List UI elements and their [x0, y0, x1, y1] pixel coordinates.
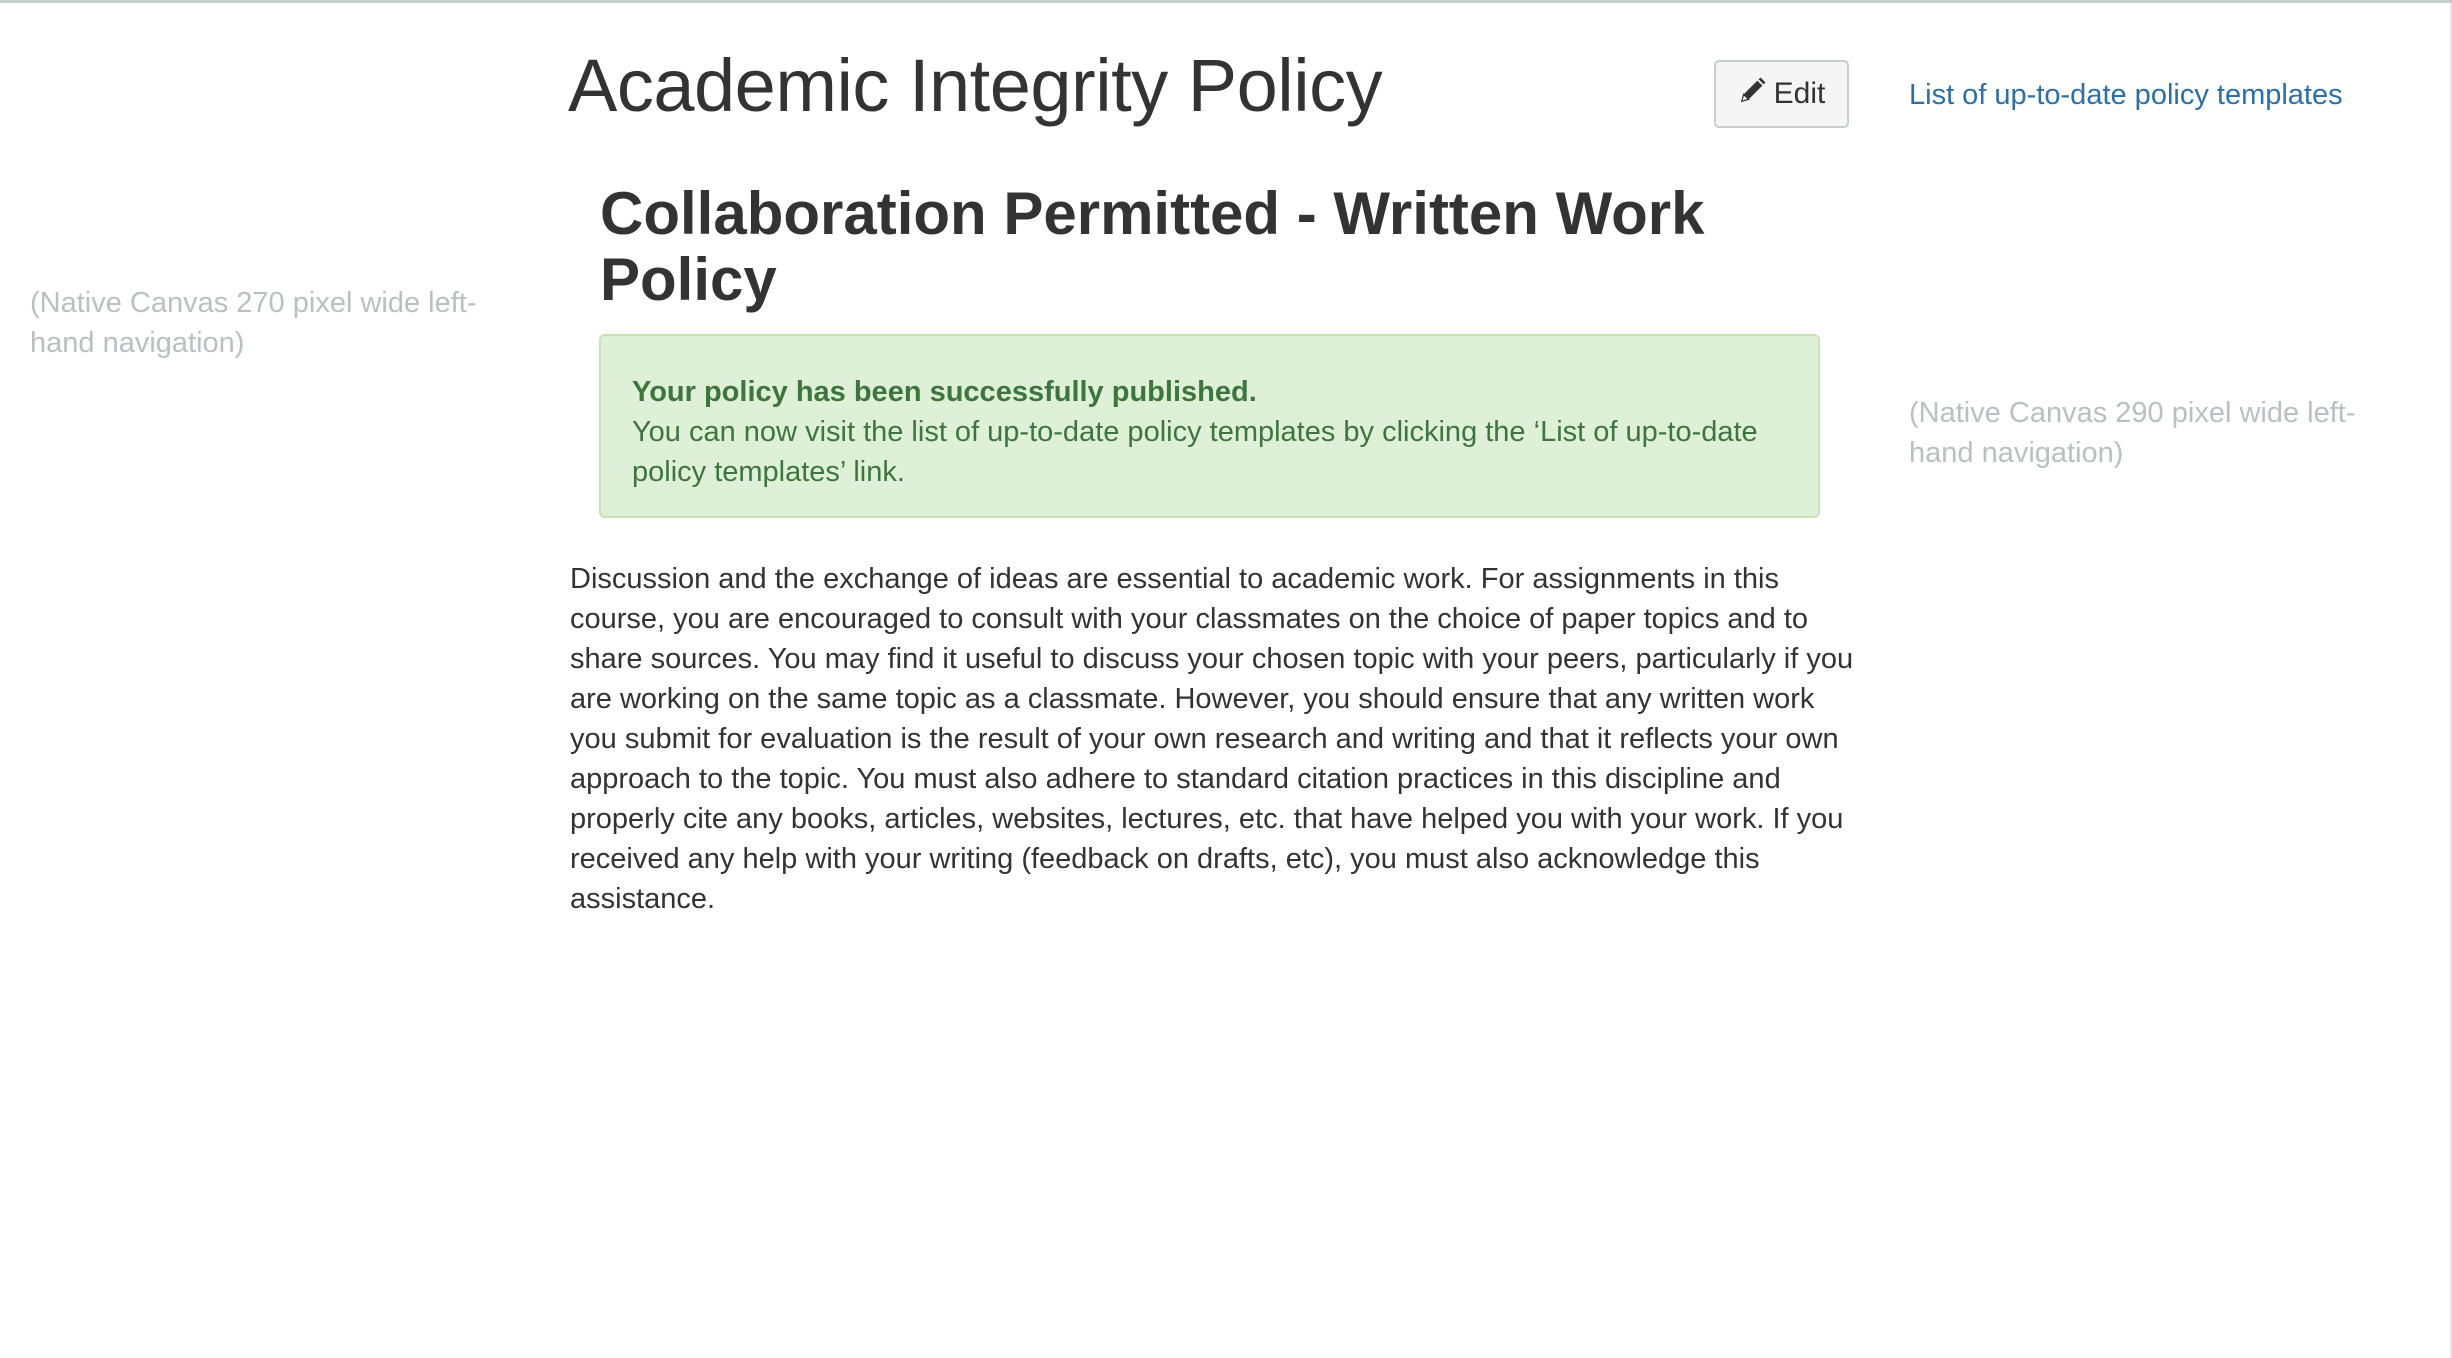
- policy-templates-link[interactable]: List of up-to-date policy templates: [1909, 77, 2343, 113]
- page-title: Academic Integrity Policy: [568, 44, 1383, 127]
- alert-message: You can now visit the list of up-to-date…: [632, 416, 1758, 488]
- policy-title: Collaboration Permitted - Written Work P…: [600, 180, 1705, 313]
- success-alert: Your policy has been successfully publis…: [599, 334, 1820, 518]
- left-nav-placeholder: (Native Canvas 270 pixel wide left-hand …: [30, 287, 477, 359]
- edit-button[interactable]: Edit: [1714, 60, 1849, 128]
- alert-heading: Your policy has been successfully publis…: [632, 376, 1257, 408]
- policy-body: Discussion and the exchange of ideas are…: [570, 563, 1854, 915]
- right-nav-placeholder: (Native Canvas 290 pixel wide left-hand …: [1909, 397, 2356, 469]
- page: (Native Canvas 270 pixel wide left-hand …: [0, 0, 2452, 1358]
- edit-button-label: Edit: [1773, 77, 1826, 110]
- pencil-icon: [1738, 75, 1768, 113]
